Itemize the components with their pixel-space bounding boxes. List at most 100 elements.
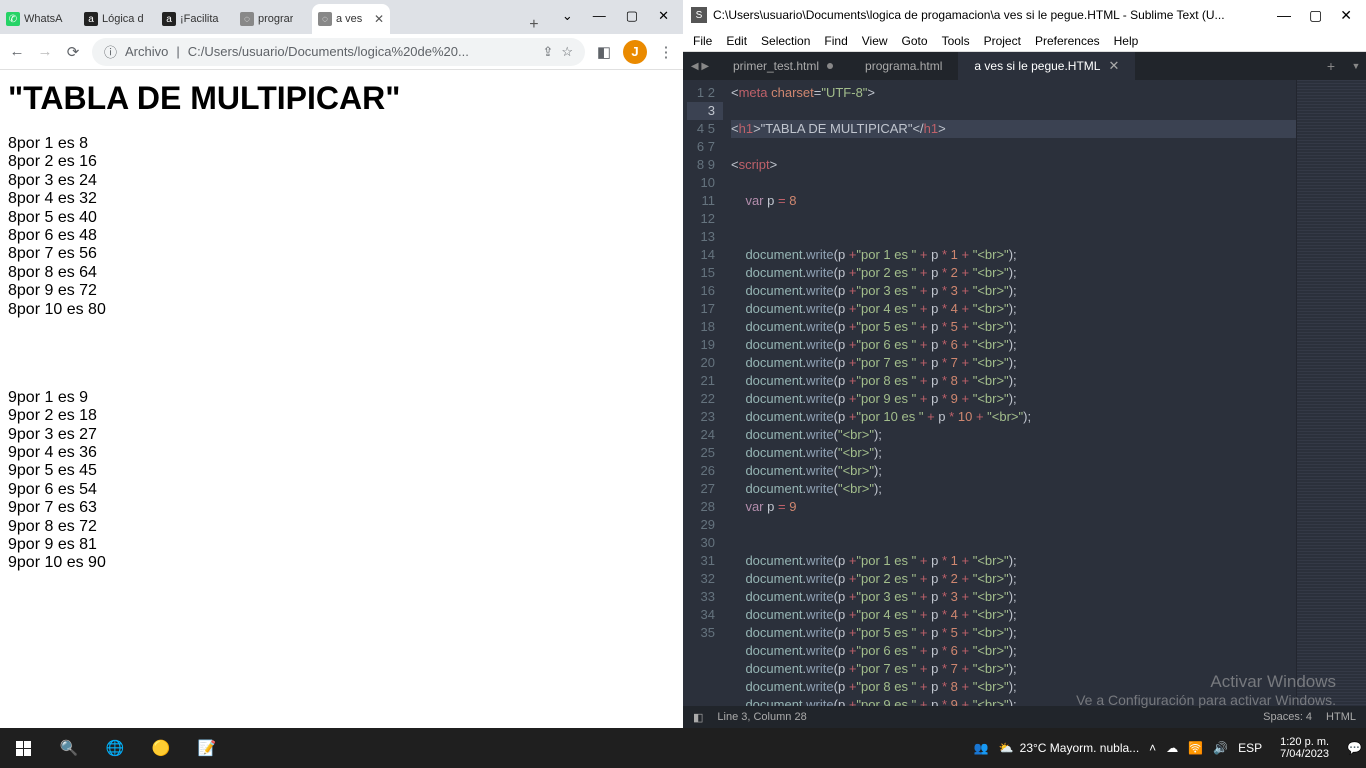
tab-name: primer_test.html	[733, 59, 819, 73]
archivo-label: Archivo	[125, 44, 168, 59]
multiplication-block-1: 8por 1 es 88por 2 es 168por 3 es 248por …	[8, 135, 675, 319]
tab-title: ¡Facilita	[180, 13, 219, 25]
status-language[interactable]: HTML	[1326, 711, 1356, 723]
line-gutter: 1 2 3 4 5 6 7 8 9 10 11 12 13 14 15 16 1…	[683, 80, 723, 706]
forward-button[interactable]: →	[36, 43, 54, 61]
status-position: Line 3, Column 28	[717, 711, 806, 723]
favicon: ◌	[318, 12, 332, 26]
chrome-window: ✆ WhatsA a Lógica d a ¡Facilita ◌ prograr ◌ a ves…	[0, 0, 683, 728]
language-indicator[interactable]: ESP	[1238, 741, 1262, 755]
menu-icon[interactable]: ⋮	[657, 43, 675, 61]
tab-title: a ves	[336, 13, 362, 25]
chrome-close-button[interactable]: ✕	[658, 8, 669, 24]
sublime-tab-dropdown[interactable]: ▼	[1346, 52, 1366, 80]
menu-help[interactable]: Help	[1114, 34, 1139, 48]
sublime-title-text: C:\Users\usuario\Documents\logica de pro…	[713, 8, 1277, 22]
chrome-dropdown-icon[interactable]: ⌄	[562, 8, 573, 24]
system-tray: 👥 ⛅ 23°C Mayorm. nubla... ˄ ☁ 🛜 🔊 ESP 1:…	[974, 736, 1366, 760]
taskbar-chrome-icon[interactable]: 🌐	[92, 728, 138, 768]
chrome-tab[interactable]: a Lógica d	[78, 4, 156, 34]
editor-body: 1 2 3 4 5 6 7 8 9 10 11 12 13 14 15 16 1…	[683, 80, 1366, 706]
menu-edit[interactable]: Edit	[726, 34, 747, 48]
tab-nav-arrows[interactable]: ◀ ▶	[683, 52, 717, 80]
menu-view[interactable]: View	[862, 34, 888, 48]
chrome-tab[interactable]: ◌ a ves ✕	[312, 4, 390, 34]
chrome-minimize-button[interactable]: —	[593, 8, 606, 24]
chrome-toolbar: ← → ⟳ ⓘ Archivo | C:/Users/usuario/Docum…	[0, 34, 683, 70]
menu-project[interactable]: Project	[984, 34, 1021, 48]
sublime-menu-bar: File Edit Selection Find View Goto Tools Projec…	[683, 30, 1366, 52]
network-icon[interactable]: 🛜	[1188, 741, 1203, 755]
sublime-new-tab[interactable]: +	[1316, 52, 1346, 80]
volume-icon[interactable]: 🔊	[1213, 741, 1228, 755]
taskbar-sublime-icon[interactable]: 📝	[184, 728, 230, 768]
tab-name: programa.html	[865, 59, 942, 73]
multiplication-block-2: 9por 1 es 99por 2 es 189por 3 es 279por …	[8, 389, 675, 573]
favicon: a	[162, 12, 176, 26]
sublime-app-icon: S	[691, 7, 707, 23]
share-icon[interactable]: ⇪	[542, 44, 553, 60]
star-icon[interactable]: ☆	[561, 44, 573, 60]
back-button[interactable]: ←	[8, 43, 26, 61]
code-area[interactable]: <meta charset="UTF-8"> <h1>"TABLA DE MUL…	[723, 80, 1296, 706]
chrome-tab[interactable]: ◌ prograr	[234, 4, 312, 34]
menu-file[interactable]: File	[693, 34, 712, 48]
chrome-titlebar: ✆ WhatsA a Lógica d a ¡Facilita ◌ prograr ◌ a ves…	[0, 0, 683, 34]
sublime-status-bar: ◧ Line 3, Column 28 Spaces: 4 HTML	[683, 706, 1366, 728]
tab-title: WhatsA	[24, 13, 63, 25]
minimap[interactable]	[1296, 80, 1366, 706]
notifications-icon[interactable]: 💬	[1347, 741, 1362, 755]
sublime-window-controls: — ▢ ✕	[1277, 7, 1358, 24]
favicon: ✆	[6, 12, 20, 26]
weather-widget[interactable]: ⛅ 23°C Mayorm. nubla...	[999, 741, 1139, 755]
address-bar[interactable]: ⓘ Archivo | C:/Users/usuario/Documents/l…	[92, 38, 585, 66]
menu-selection[interactable]: Selection	[761, 34, 810, 48]
editor-tab[interactable]: programa.html	[849, 52, 958, 80]
reload-button[interactable]: ⟳	[64, 43, 82, 61]
meet-now-icon[interactable]: 👥	[974, 741, 989, 755]
taskbar-chrome-canary-icon[interactable]: 🟡	[138, 728, 184, 768]
close-icon[interactable]: ✕	[374, 12, 384, 26]
sublime-tab-bar: ◀ ▶ primer_test.html programa.html a ves s…	[683, 52, 1366, 80]
new-tab-button[interactable]: +	[520, 16, 548, 34]
sublime-minimize-button[interactable]: —	[1277, 7, 1291, 24]
start-button[interactable]	[0, 728, 46, 768]
editor-tab[interactable]: primer_test.html	[717, 52, 849, 80]
favicon: a	[84, 12, 98, 26]
sublime-maximize-button[interactable]: ▢	[1309, 7, 1322, 24]
clock[interactable]: 1:20 p. m. 7/04/2023	[1272, 736, 1337, 760]
chrome-tab[interactable]: a ¡Facilita	[156, 4, 234, 34]
tray-expand-icon[interactable]: ˄	[1149, 741, 1156, 755]
profile-avatar[interactable]: J	[623, 40, 647, 64]
chrome-tab[interactable]: ✆ WhatsA	[0, 4, 78, 34]
weather-text: 23°C Mayorm. nubla...	[1020, 741, 1140, 755]
time-text: 1:20 p. m.	[1280, 736, 1329, 748]
sublime-window: S C:\Users\usuario\Documents\logica de p…	[683, 0, 1366, 728]
tab-title: prograr	[258, 13, 293, 25]
search-button[interactable]: 🔍	[46, 728, 92, 768]
chrome-tabs: ✆ WhatsA a Lógica d a ¡Facilita ◌ prograr ◌ a ves…	[0, 0, 520, 34]
tab-name: a ves si le pegue.HTML	[974, 59, 1100, 73]
editor-tab[interactable]: a ves si le pegue.HTML ✕	[958, 52, 1135, 80]
page-content: "TABLA DE MULTIPICAR" 8por 1 es 88por 2 …	[0, 70, 683, 728]
chrome-window-controls: ⌄ — ▢ ✕	[548, 8, 683, 34]
date-text: 7/04/2023	[1280, 748, 1329, 760]
info-icon: ⓘ	[104, 42, 117, 61]
sublime-titlebar: S C:\Users\usuario\Documents\logica de p…	[683, 0, 1366, 30]
sublime-close-button[interactable]: ✕	[1340, 7, 1352, 24]
onedrive-icon[interactable]: ☁	[1166, 741, 1178, 755]
chrome-maximize-button[interactable]: ▢	[626, 8, 638, 24]
menu-tools[interactable]: Tools	[942, 34, 970, 48]
menu-find[interactable]: Find	[824, 34, 847, 48]
dirty-indicator	[827, 63, 833, 69]
status-spaces[interactable]: Spaces: 4	[1263, 711, 1312, 723]
close-icon[interactable]: ✕	[1108, 58, 1119, 74]
status-sidebar-icon[interactable]: ◧	[693, 711, 703, 724]
favicon: ◌	[240, 12, 254, 26]
tab-title: Lógica d	[102, 13, 144, 25]
menu-preferences[interactable]: Preferences	[1035, 34, 1100, 48]
sidebar-icon[interactable]: ◧	[595, 43, 613, 61]
menu-goto[interactable]: Goto	[902, 34, 928, 48]
page-title: "TABLA DE MULTIPICAR"	[8, 80, 675, 117]
windows-taskbar: 🔍 🌐 🟡 📝 👥 ⛅ 23°C Mayorm. nubla... ˄ ☁ 🛜 …	[0, 728, 1366, 768]
